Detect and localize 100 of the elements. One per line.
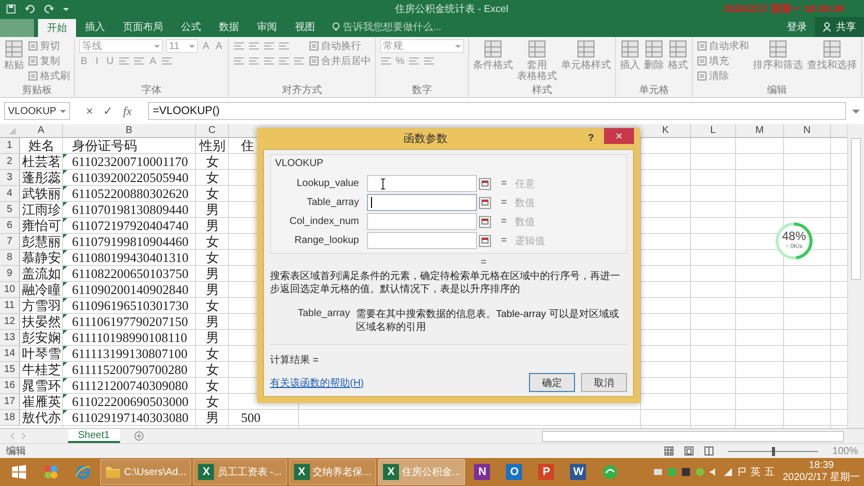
argument-field[interactable] [367, 213, 477, 230]
ribbon-tab[interactable]: 页面布局 [114, 17, 172, 37]
row-number[interactable]: 6 [0, 218, 20, 234]
ribbon-button[interactable]: 条件格式 [473, 39, 513, 71]
tray-icon[interactable] [694, 467, 705, 477]
enter-button[interactable]: ✓ [103, 104, 114, 118]
signal-icon[interactable] [722, 467, 733, 477]
ribbon-button[interactable]: 合并后居中 [309, 54, 371, 68]
lines-icon[interactable] [380, 55, 392, 67]
row-number[interactable]: 1 [0, 138, 20, 154]
argument-field[interactable] [367, 175, 477, 192]
sign-in-link[interactable]: 登录 [779, 17, 815, 37]
add-sheet-icon[interactable] [134, 431, 144, 441]
row-number[interactable]: 12 [0, 314, 20, 330]
zoom-level[interactable]: 100% [832, 446, 858, 456]
ribbon-button[interactable]: 自动求和 [697, 39, 749, 53]
range-select-icon[interactable] [479, 234, 491, 246]
ribbon-button[interactable]: 填充 [697, 54, 729, 68]
row-number[interactable]: 4 [0, 186, 20, 202]
ribbon-button[interactable]: 插入 [620, 39, 640, 71]
lines-icon[interactable] [248, 40, 260, 52]
lines-icon[interactable] [278, 40, 290, 52]
taskbar-button[interactable]: C:\Users\Ad... [100, 459, 192, 485]
dropdown-field[interactable]: 11 [166, 39, 198, 53]
input-method-indicator[interactable]: 五 [764, 465, 775, 479]
row-number[interactable]: 3 [0, 170, 20, 186]
dialog-button[interactable]: 取消 [581, 373, 627, 392]
tell-me-field[interactable]: 告诉我您想要做什么... [343, 22, 473, 32]
row-number[interactable]: 14 [0, 346, 20, 362]
taskbar-button[interactable]: O [499, 459, 530, 485]
row-number[interactable]: 10 [0, 282, 20, 298]
taskbar-button[interactable]: X 交纳养老保... [288, 459, 376, 485]
dropdown-field[interactable]: 常规 [380, 39, 464, 53]
help-button[interactable]: ? [588, 133, 594, 144]
flag-icon[interactable] [736, 467, 747, 477]
lines-icon[interactable] [278, 55, 290, 67]
ribbon-button[interactable]: 清除 [697, 69, 729, 83]
page-break-icon[interactable] [704, 446, 714, 456]
vertical-scrollbar[interactable] [847, 124, 864, 428]
tray-icon[interactable] [680, 467, 691, 477]
column-header[interactable]: K [641, 124, 691, 137]
zoom-thumb[interactable] [772, 446, 776, 456]
row-number[interactable]: 11 [0, 298, 20, 314]
horizontal-scrollbar[interactable] [542, 430, 844, 442]
help-link[interactable]: 有关该函数的帮助(H) [270, 376, 364, 390]
column-header[interactable]: C [196, 124, 229, 137]
dropdown-field[interactable]: 等线 [79, 39, 163, 53]
row-number[interactable]: 15 [0, 362, 20, 378]
row-number[interactable]: 7 [0, 234, 20, 250]
row-number[interactable]: 18 [0, 410, 20, 426]
ribbon-button[interactable]: 自动换行 [309, 39, 361, 53]
taskbar-button[interactable]: N [467, 459, 498, 485]
clock-date[interactable]: 2020/2/17 星期一 [782, 472, 860, 484]
close-button[interactable]: × [604, 128, 634, 144]
lines-icon[interactable] [161, 55, 173, 67]
name-box[interactable]: VLOOKUP [4, 102, 70, 120]
page-layout-icon[interactable] [684, 446, 694, 456]
ribbon-button[interactable]: 排序和筛选 [753, 39, 803, 71]
ribbon-tab[interactable]: 审阅 [248, 17, 286, 37]
taskbar-button[interactable]: P [531, 459, 562, 485]
ribbon-button[interactable]: 剪切 [28, 39, 60, 53]
lines-icon[interactable] [233, 40, 245, 52]
ribbon-tab[interactable]: 插入 [76, 17, 114, 37]
ribbon-button[interactable]: 格式 [668, 39, 688, 71]
normal-view-icon[interactable] [664, 446, 674, 456]
lines-icon[interactable] [293, 55, 305, 67]
clock-time[interactable]: 18:39 [808, 460, 834, 472]
row-number[interactable]: 8 [0, 250, 20, 266]
argument-field[interactable] [367, 232, 477, 249]
ribbon-tab[interactable]: 视图 [286, 17, 324, 37]
insert-function-button[interactable]: fx [123, 104, 132, 118]
cancel-button[interactable]: × [86, 104, 94, 118]
lines-icon[interactable] [408, 55, 420, 67]
lines-icon[interactable] [118, 55, 130, 67]
ribbon-tab[interactable]: 开始 [38, 19, 76, 37]
row-number[interactable]: 9 [0, 266, 20, 282]
ribbon-button[interactable]: 单元格样式 [561, 39, 611, 71]
lines-icon[interactable] [248, 55, 260, 67]
column-header[interactable]: N [784, 124, 831, 137]
range-select-icon[interactable] [479, 196, 491, 208]
ribbon-button[interactable]: 格式刷 [28, 69, 70, 83]
ribbon-button[interactable]: 套用 表格格式 [517, 39, 557, 82]
ribbon-button[interactable]: 删除 [644, 39, 664, 71]
lines-icon[interactable] [423, 55, 435, 67]
lines-icon[interactable] [233, 55, 245, 67]
row-number[interactable]: 16 [0, 378, 20, 394]
save-icon[interactable] [6, 4, 16, 14]
row-number[interactable]: 17 [0, 394, 20, 410]
caret-icon[interactable] [63, 6, 69, 12]
tray-icon[interactable] [652, 467, 663, 477]
range-select-icon[interactable] [479, 216, 491, 228]
row-number[interactable]: 2 [0, 154, 20, 170]
lines-icon[interactable] [263, 55, 275, 67]
argument-field[interactable] [367, 194, 477, 211]
lines-icon[interactable] [133, 55, 145, 67]
ribbon-button[interactable]: 查找和选择 [807, 39, 857, 71]
ribbon-tab[interactable]: 公式 [172, 17, 210, 37]
taskbar-button[interactable]: X 住房公积金... [378, 459, 466, 485]
taskbar-button[interactable]: W [563, 459, 594, 485]
ribbon-button[interactable]: 粘贴 [4, 39, 24, 71]
